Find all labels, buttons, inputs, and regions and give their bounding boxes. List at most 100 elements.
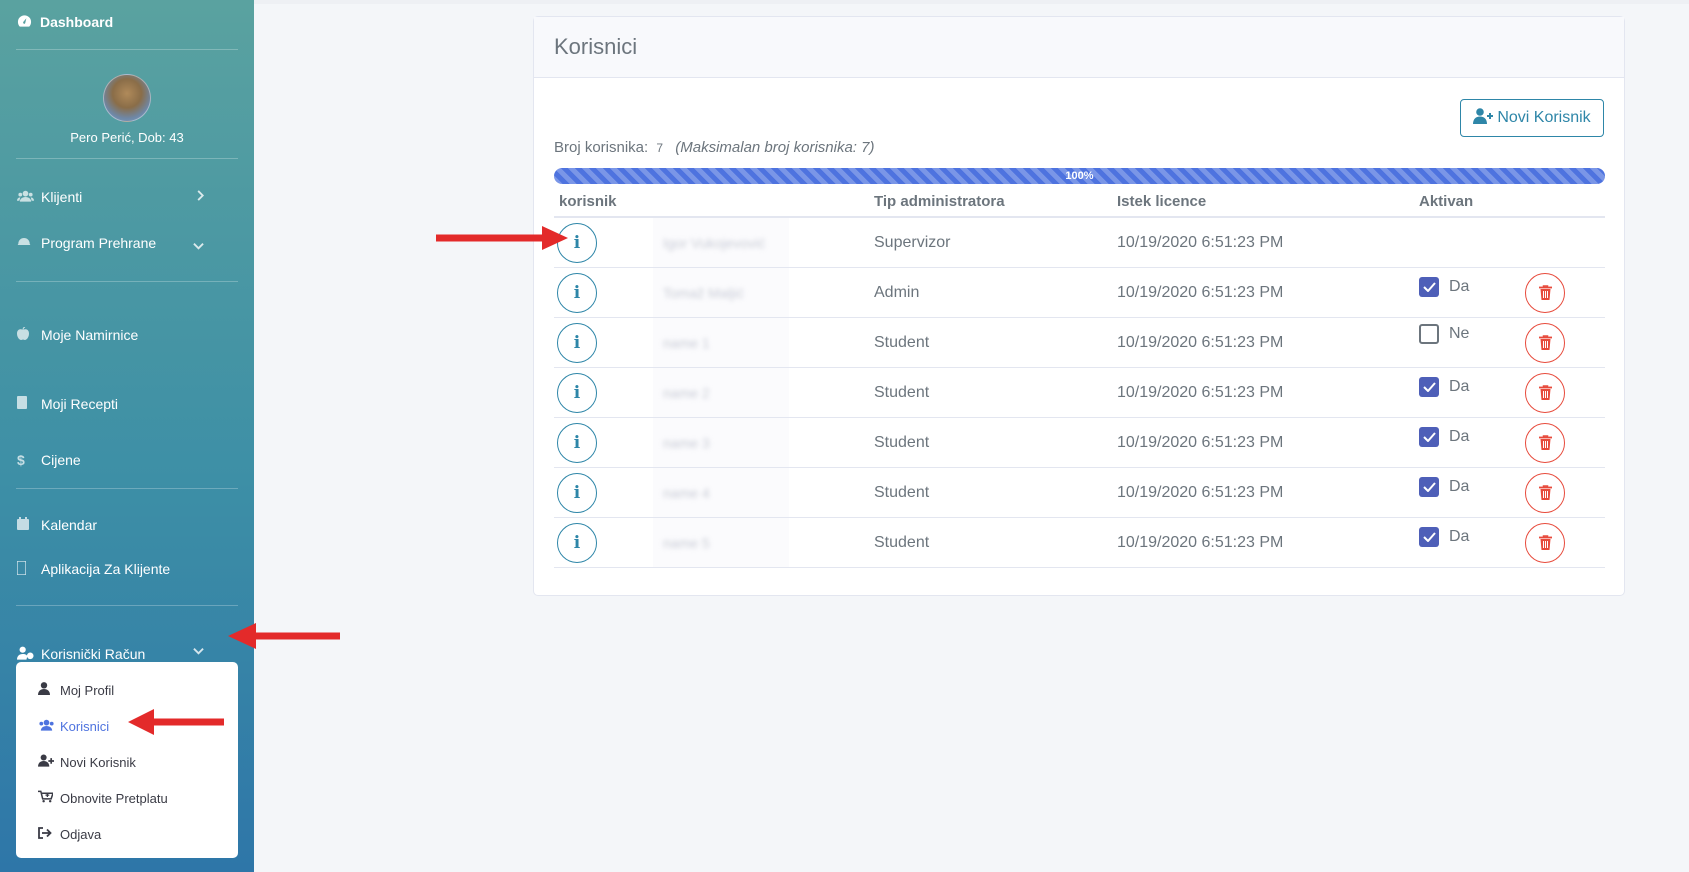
sidebar-item-aplikacija-za-klijente[interactable]: Aplikacija Za Klijente (0, 560, 254, 605)
delete-user-button[interactable] (1525, 472, 1565, 513)
progress-label: 100% (1065, 170, 1094, 182)
user-cell: i Igor Vukojevović (554, 217, 869, 268)
avatar[interactable] (103, 74, 151, 122)
max-users: (Maksimalan broj korisnika: 7) (675, 139, 875, 156)
sidebar-brand[interactable]: Dashboard (0, 0, 254, 44)
active-label: Ne (1449, 325, 1470, 342)
delete-user-button[interactable] (1525, 422, 1565, 463)
active-checkbox[interactable]: Da (1419, 476, 1470, 497)
chevron-down-icon (193, 239, 204, 253)
user-cell: i name 1 (554, 317, 869, 368)
actions-cell (1520, 517, 1605, 568)
checkmark-icon (1422, 481, 1436, 492)
active-label: Da (1449, 477, 1470, 495)
submenu-item-odjava[interactable]: Odjava (16, 816, 238, 852)
user-name-cell: name 5 (653, 518, 789, 567)
expiry-cell: 10/19/2020 6:51:23 PM (1112, 517, 1414, 568)
user-info-button[interactable]: i (557, 522, 597, 563)
checkmark-icon (1422, 281, 1436, 292)
expiry-cell: 10/19/2020 6:51:23 PM (1112, 367, 1414, 418)
user-name-cell: name 3 (653, 418, 789, 467)
active-checkbox[interactable]: Da (1419, 426, 1469, 447)
expiry-cell: 10/19/2020 6:51:23 PM (1112, 317, 1414, 368)
delete-user-button[interactable] (1525, 522, 1565, 563)
sidebar-item-label: Kalendar (41, 517, 98, 533)
user-info-button[interactable]: i (557, 272, 597, 313)
user-name: name 3 (663, 434, 710, 451)
user-name-cell: Igor Vukojevović (653, 218, 789, 267)
type-cell: Student (869, 417, 1112, 468)
active-cell: Da (1414, 367, 1520, 418)
submenu-item-label: Odjava (60, 826, 102, 842)
brand-label: Dashboard (40, 14, 114, 30)
table-row: i name 5 Student 10/19/2020 6:51:23 PM D… (554, 517, 1605, 568)
table-row: i name 4 Student 10/19/2020 6:51:23 PM D… (554, 467, 1605, 518)
type-cell: Student (869, 467, 1112, 518)
user-info-button[interactable]: i (557, 322, 597, 363)
info-icon: i (573, 282, 581, 303)
sidebar-item-moje-namirnice[interactable]: Moje Namirnice (0, 282, 254, 376)
delete-user-button[interactable] (1525, 372, 1565, 413)
user-cell: i name 5 (554, 517, 869, 568)
new-user-button[interactable]: Novi Korisnik (1460, 99, 1604, 137)
expiry-cell: 10/19/2020 6:51:23 PM (1112, 417, 1414, 468)
user-plus-icon (1473, 107, 1494, 129)
delete-user-button[interactable] (1525, 322, 1565, 363)
checkbox-box[interactable] (1419, 276, 1439, 297)
sidebar-item-kalendar[interactable]: Kalendar (0, 489, 254, 561)
page-title: Korisnici (554, 34, 638, 59)
user-name-cell: name 4 (653, 468, 789, 517)
expiry-cell: 10/19/2020 6:51:23 PM (1112, 267, 1414, 318)
user-name-cell: name 1 (653, 318, 789, 367)
user-info-button[interactable]: i (557, 472, 597, 513)
submenu-item-label: Moj Profil (60, 682, 115, 698)
checkbox-box[interactable] (1419, 376, 1439, 397)
active-checkbox[interactable]: Ne (1419, 324, 1469, 344)
type-cell: Student (869, 367, 1112, 418)
count-label: Broj korisnika: (554, 139, 649, 156)
sidebar-item-label: Korisnički Račun (41, 646, 146, 662)
active-checkbox[interactable]: Da (1419, 376, 1469, 397)
info-icon: i (573, 332, 581, 353)
checkbox-box[interactable] (1419, 426, 1439, 447)
user-name-cell: Tomaž Maljić (653, 268, 789, 317)
table-row: i Tomaž Maljić Admin 10/19/2020 6:51:23 … (554, 267, 1605, 318)
table-header-row: korisnik Tip administratora Istek licenc… (554, 187, 1605, 218)
user-name: name 5 (663, 534, 710, 551)
sign-out-icon (38, 826, 60, 842)
user-settings-icon (17, 646, 37, 663)
column-header-user: korisnik (554, 187, 869, 218)
chevron-down-icon (193, 644, 204, 658)
type-cell: Supervizor (869, 217, 1112, 268)
user-name: Tomaž Maljić (663, 284, 744, 301)
checkbox-box[interactable] (1419, 476, 1439, 497)
active-checkbox[interactable]: Da (1419, 526, 1469, 547)
sidebar-item-cijene[interactable]: $ Cijene (0, 432, 254, 488)
submenu-item-moj-profil[interactable]: Moj Profil (16, 672, 238, 708)
user-plus-icon (38, 754, 60, 770)
user-name: name 2 (663, 384, 710, 401)
submenu-item-obnovite-pretplatu[interactable]: Obnovite Pretplatu (16, 780, 238, 816)
calendar-icon (17, 517, 37, 533)
submenu-item-label: Obnovite Pretplatu (60, 790, 168, 806)
user-info-button[interactable]: i (557, 422, 597, 463)
checkbox-box[interactable] (1419, 526, 1439, 547)
delete-user-button[interactable] (1525, 272, 1565, 313)
user-info-button[interactable]: i (557, 372, 597, 413)
sidebar-item-klijenti[interactable]: Klijenti (0, 159, 254, 235)
sidebar-item-program-prehrane[interactable]: Program Prehrane (0, 235, 254, 281)
expiry-cell: 10/19/2020 6:51:23 PM (1112, 467, 1414, 518)
info-icon: i (573, 232, 581, 253)
active-cell: Da (1414, 417, 1520, 468)
sidebar-item-label: Moji Recepti (41, 396, 119, 412)
table-row: i name 2 Student 10/19/2020 6:51:23 PM D… (554, 367, 1605, 418)
checkbox-box[interactable] (1419, 324, 1439, 344)
topbar (254, 0, 1689, 4)
sidebar-item-moji-recepti[interactable]: Moji Recepti (0, 376, 254, 432)
actions-cell (1520, 217, 1605, 268)
active-checkbox[interactable]: Da (1419, 276, 1469, 297)
submenu-item-novi-korisnik[interactable]: Novi Korisnik (16, 744, 238, 780)
trash-icon (1538, 385, 1552, 400)
user-cell: i Tomaž Maljić (554, 267, 869, 318)
users-table: korisnik Tip administratora Istek licenc… (554, 187, 1605, 568)
